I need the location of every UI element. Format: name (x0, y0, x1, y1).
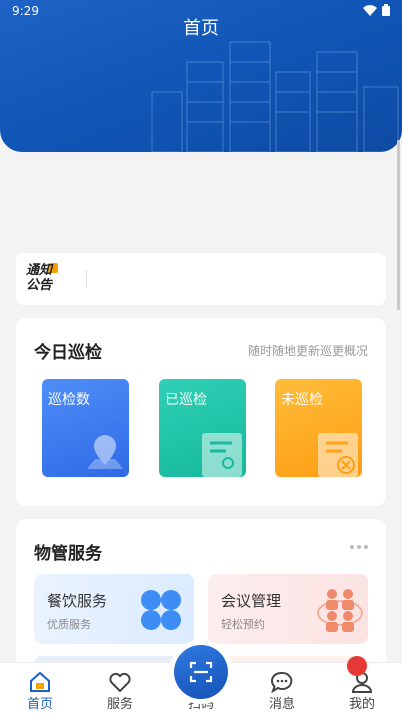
service-desc: 轻松预约 (221, 618, 265, 631)
service-dining[interactable]: 餐饮服务 优质服务 (34, 574, 194, 644)
notice-logo-line1: 通知 (26, 263, 53, 278)
header-banner: 9:29 首页 (0, 0, 402, 152)
scrollbar[interactable] (397, 140, 400, 310)
meeting-people-icon (317, 589, 363, 632)
tab-label: 消息 (268, 697, 295, 712)
tab-label: 服务 (106, 697, 133, 712)
document-search-icon (202, 433, 242, 477)
more-options-icon[interactable] (350, 545, 368, 549)
tab-label: 首页 (26, 697, 53, 712)
tab-label: 我的 (348, 697, 375, 712)
patrol-subtitle: 随时随地更新巡更概况 (247, 344, 368, 358)
notification-badge (347, 656, 367, 676)
clover-icon (141, 590, 181, 630)
notice-bar[interactable]: 通知 公告 (16, 253, 386, 305)
page-title: 首页 (183, 18, 219, 39)
scan-button[interactable] (174, 645, 228, 699)
city-skyline-illustration (151, 41, 399, 152)
services-title: 物管服务 (34, 544, 102, 564)
patrol-done-tile[interactable]: 已巡检 (159, 379, 246, 477)
service-desc: 优质服务 (47, 618, 91, 631)
notice-logo-line2: 公告 (26, 278, 53, 293)
tile-label: 未巡检 (281, 392, 323, 408)
notice-logo: 通知 公告 (26, 263, 60, 297)
patrol-title: 今日巡检 (34, 343, 102, 363)
tab-home[interactable]: 首页 (0, 663, 80, 716)
service-name: 会议管理 (221, 592, 282, 610)
heart-icon (109, 672, 131, 693)
patrol-pending-tile[interactable]: 未巡检 (275, 379, 362, 477)
patrol-card: 今日巡检 随时随地更新巡更概况 巡检数 已巡检 未巡检 (16, 318, 386, 506)
map-pin-icon (87, 435, 123, 469)
tab-messages[interactable]: 消息 (242, 663, 322, 716)
tab-services[interactable]: 服务 (80, 663, 160, 716)
home-icon (30, 671, 50, 692)
tile-label: 已巡检 (165, 392, 207, 408)
scan-icon (189, 661, 213, 683)
service-meeting[interactable]: 会议管理 轻松预约 (208, 574, 368, 644)
patrol-total-tile[interactable]: 巡检数 (42, 379, 129, 477)
service-name: 餐饮服务 (47, 592, 108, 610)
tile-label: 巡检数 (48, 392, 90, 408)
document-cancel-icon (318, 433, 358, 477)
notice-divider (86, 270, 87, 288)
chat-icon (270, 671, 293, 694)
